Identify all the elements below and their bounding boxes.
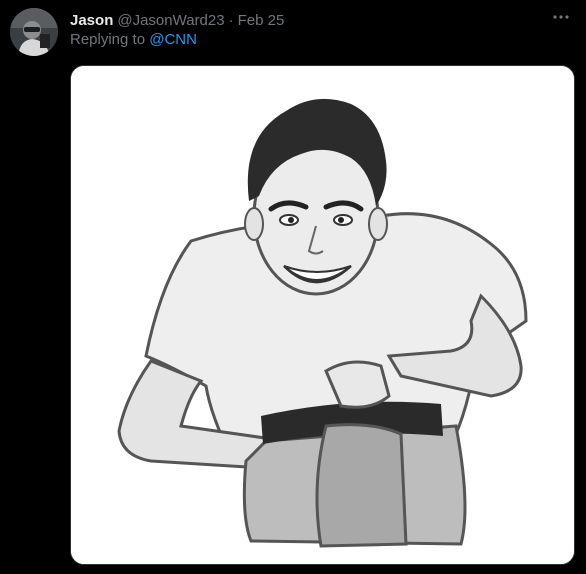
more-button[interactable] xyxy=(548,6,574,28)
more-horizontal-icon xyxy=(553,15,569,19)
author-display-name[interactable]: Jason xyxy=(70,12,113,29)
tweet[interactable]: Jason @JasonWard23 · Feb 25 Replying to … xyxy=(0,0,586,574)
replying-to: Replying to @CNN xyxy=(70,31,197,48)
avatar-image xyxy=(10,8,58,56)
author-handle[interactable]: @JasonWard23 xyxy=(117,12,224,29)
tweet-timestamp[interactable]: Feb 25 xyxy=(238,12,285,29)
cartoon-man-illustration xyxy=(71,66,574,564)
tweet-media[interactable] xyxy=(70,65,575,565)
replying-to-label: Replying to xyxy=(70,31,150,48)
tweet-header: Jason @JasonWard23 · Feb 25 xyxy=(70,9,546,31)
header-separator: · xyxy=(228,11,234,29)
avatar[interactable] xyxy=(10,8,58,56)
replying-to-mention[interactable]: @CNN xyxy=(149,31,197,48)
